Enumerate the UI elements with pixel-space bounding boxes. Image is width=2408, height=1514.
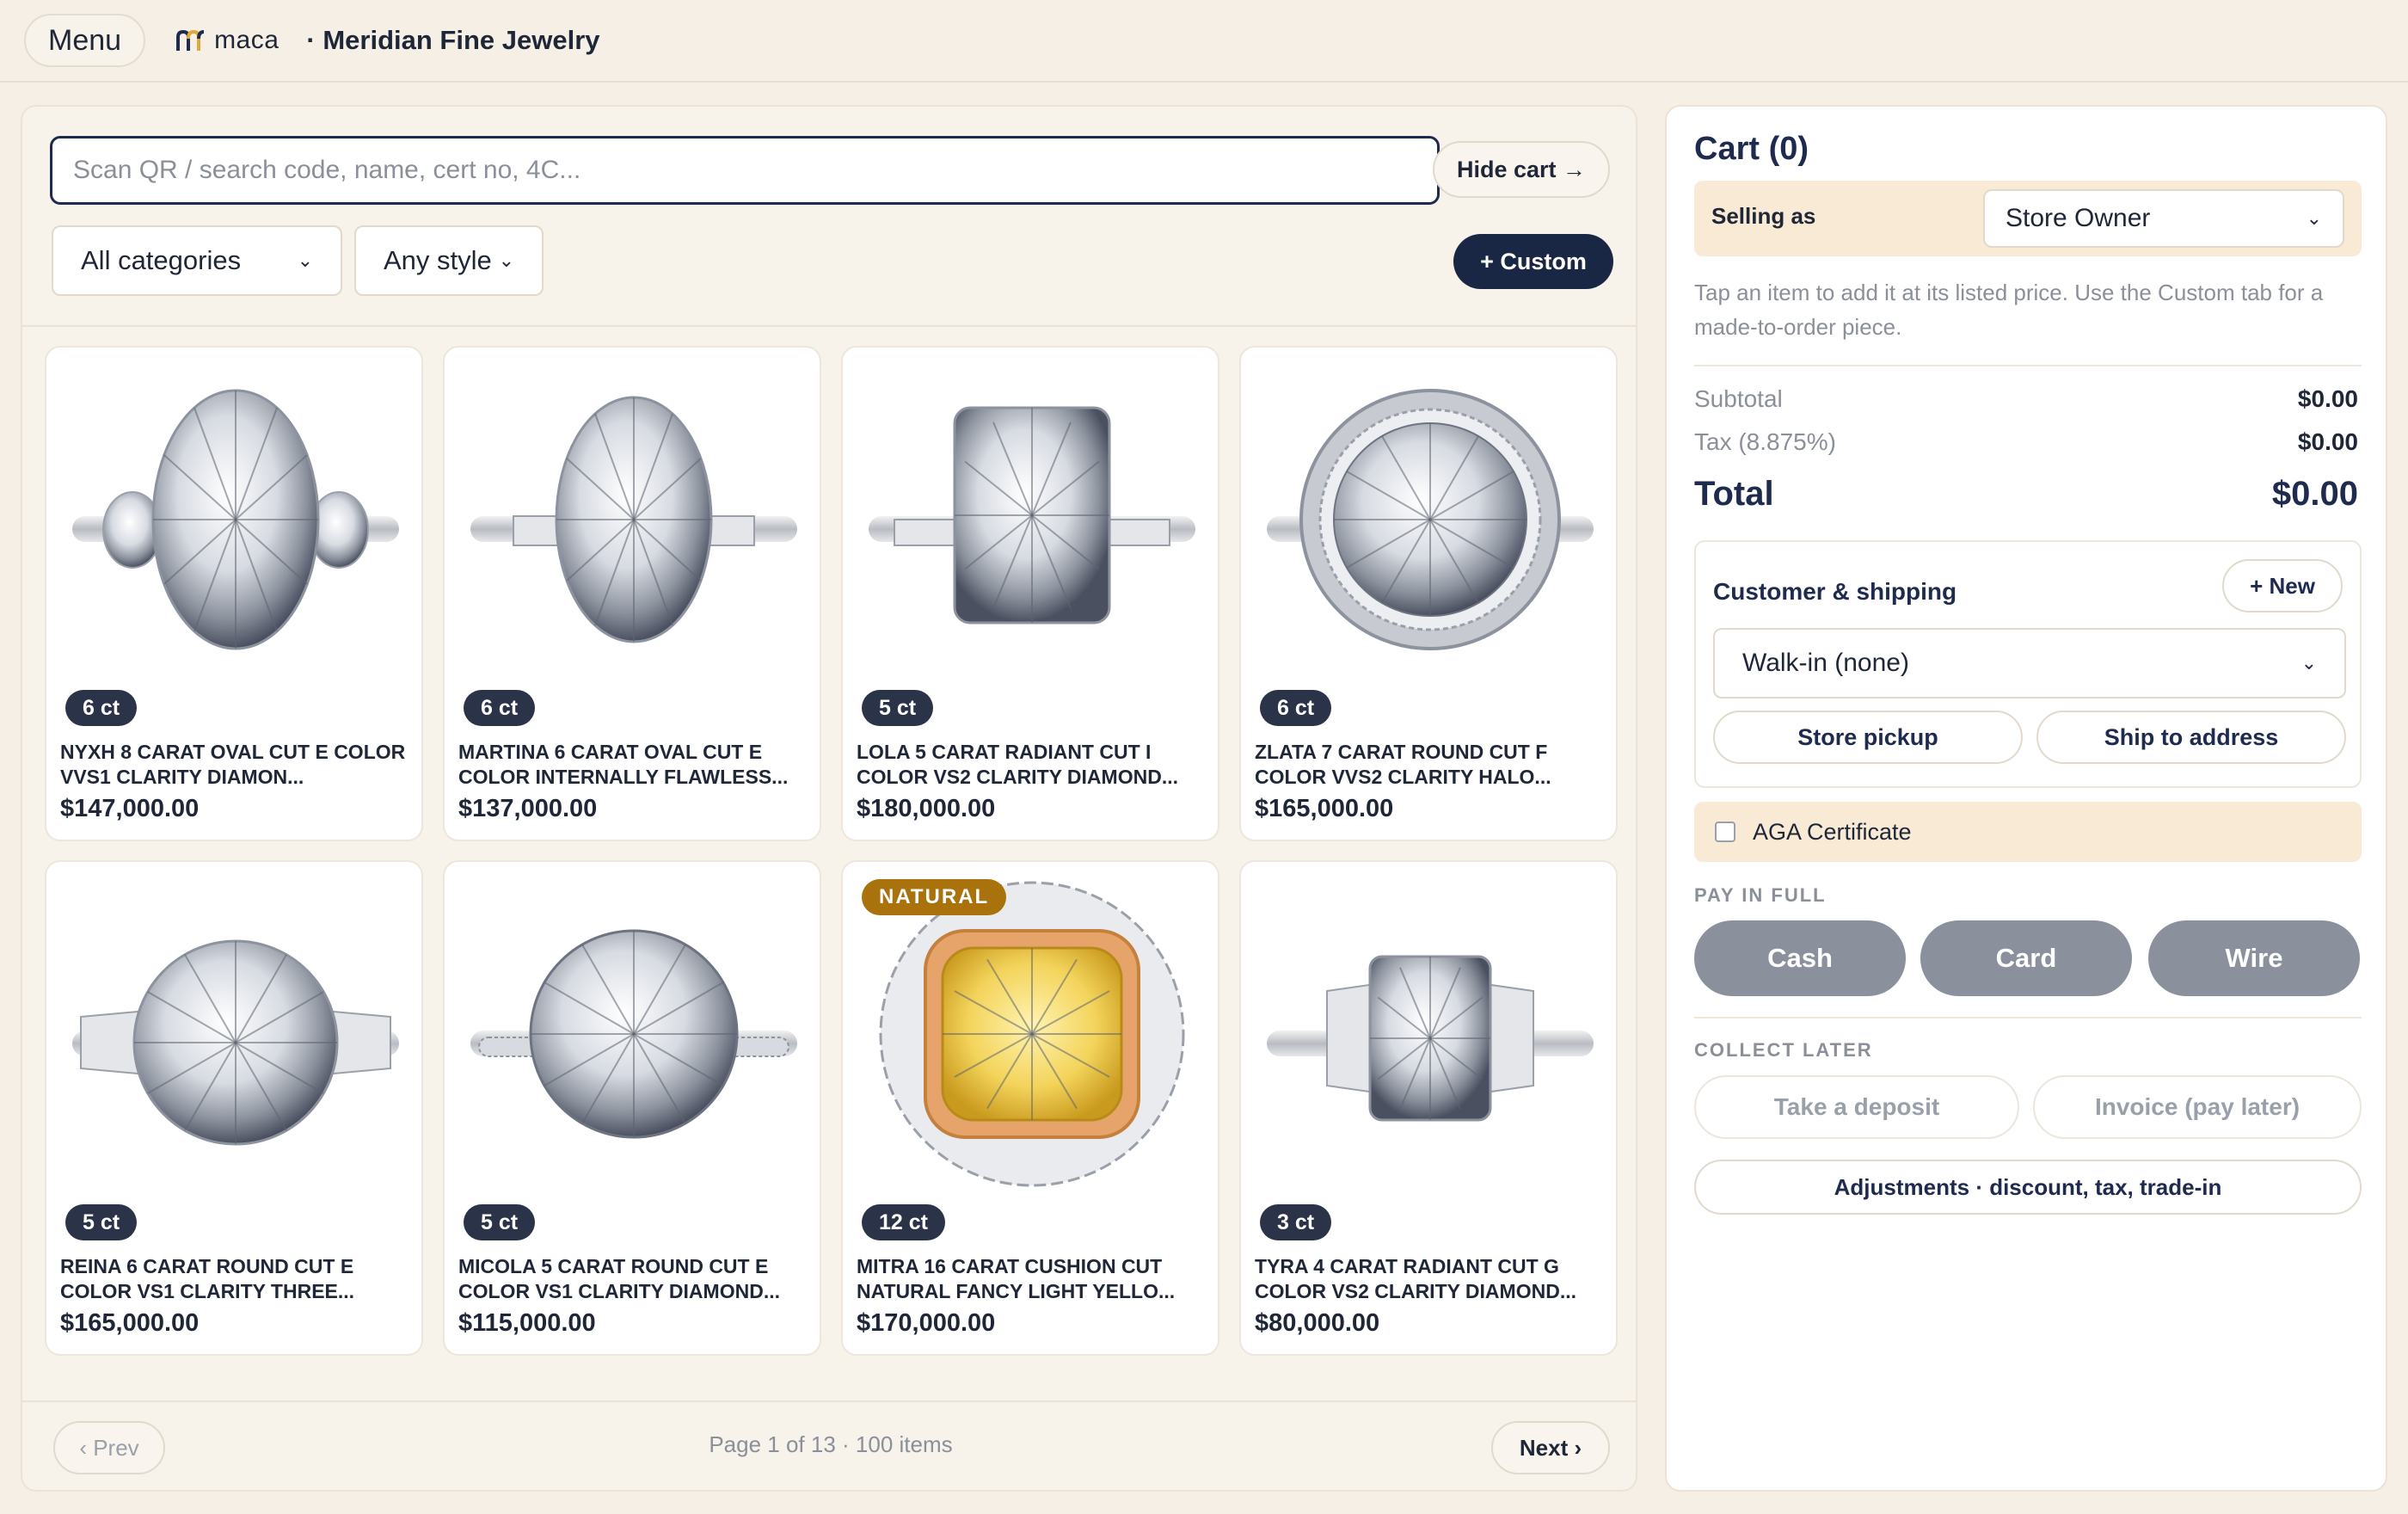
next-page-button[interactable]: Next › xyxy=(1491,1421,1610,1474)
product-title: NYXH 8 CARAT OVAL CUT E COLOR VVS1 CLARI… xyxy=(60,741,406,788)
tax-value: $0.00 xyxy=(2297,428,2358,455)
cart-divider xyxy=(1694,1017,2362,1019)
customer-shipping-label: Customer & shipping xyxy=(1713,578,1957,605)
adjustments-button[interactable]: Adjustments · discount, tax, trade-in xyxy=(1694,1160,2362,1215)
pager-divider xyxy=(22,1400,1636,1402)
pay-in-full-label: PAY IN FULL xyxy=(1694,884,1827,906)
card-button[interactable]: Card xyxy=(1920,920,2132,996)
customer-shipping-box: Customer & shipping + New Walk-in (none)… xyxy=(1694,540,2362,788)
aga-certificate-label: AGA Certificate xyxy=(1753,818,1912,845)
custom-button[interactable]: + Custom xyxy=(1453,234,1613,289)
cart-title: Cart (0) xyxy=(1694,131,1809,167)
brand-name: maca xyxy=(214,26,280,54)
product-card[interactable]: 5 ct REINA 6 CARAT ROUND CUT E COLOR VS1 … xyxy=(45,860,423,1356)
product-card[interactable]: 5 ct LOLA 5 CARAT RADIANT CUT I COLOR VS2… xyxy=(841,346,1219,841)
store-pickup-button[interactable]: Store pickup xyxy=(1713,711,2023,764)
product-grid: 6 ct NYXH 8 CARAT OVAL CUT E COLOR VVS1 C… xyxy=(45,346,1620,1461)
product-image xyxy=(46,862,421,1237)
chevron-down-icon: ⌄ xyxy=(498,249,514,271)
product-title: TYRA 4 CARAT RADIANT CUT G COLOR VS2 CLA… xyxy=(1255,1255,1576,1302)
product-card[interactable]: 5 ct MICOLA 5 CARAT ROUND CUT E COLOR VS1… xyxy=(443,860,821,1356)
product-image xyxy=(1241,348,1616,723)
product-price: $115,000.00 xyxy=(458,1309,596,1337)
carat-badge: 6 ct xyxy=(464,690,536,726)
product-card[interactable]: 6 ct MARTINA 6 CARAT OVAL CUT E COLOR INT… xyxy=(443,346,821,841)
new-customer-button[interactable]: + New xyxy=(2222,559,2343,612)
customer-select-value: Walk-in (none) xyxy=(1742,649,1909,677)
take-deposit-button[interactable]: Take a deposit xyxy=(1694,1075,2019,1139)
category-select[interactable]: All categories ⌄ xyxy=(52,225,342,296)
store-name: · Meridian Fine Jewelry xyxy=(306,25,600,55)
chevron-down-icon: ⌄ xyxy=(2300,652,2317,674)
total-label: Total xyxy=(1694,475,1774,513)
product-image xyxy=(445,348,820,723)
product-card[interactable]: 6 ct ZLATA 7 CARAT ROUND CUT F COLOR VVS2… xyxy=(1239,346,1618,841)
carat-badge: 6 ct xyxy=(65,690,138,726)
cart-hint: Tap an item to add it at its listed pric… xyxy=(1694,280,2324,340)
natural-badge: NATURAL xyxy=(862,879,1007,915)
selling-as-label: Selling as xyxy=(1711,203,1816,229)
product-title: LOLA 5 CARAT RADIANT CUT I COLOR VS2 CLA… xyxy=(857,741,1178,788)
product-card[interactable]: NATURAL 12 ct MITRA 16 CARAT CUSHION CUT N… xyxy=(841,860,1219,1356)
invoice-button[interactable]: Invoice (pay later) xyxy=(2033,1075,2362,1139)
style-select[interactable]: Any style ⌄ xyxy=(354,225,544,296)
carat-badge: 6 ct xyxy=(1260,690,1332,726)
category-select-value: All categories xyxy=(81,245,242,275)
product-price: $137,000.00 xyxy=(458,795,598,822)
aga-certificate-row[interactable]: AGA Certificate xyxy=(1694,802,2362,862)
cart-panel: Cart (0) Selling as Store Owner ⌄ Tap an… xyxy=(1665,105,2387,1492)
carat-badge: 12 ct xyxy=(862,1204,945,1240)
carat-badge: 5 ct xyxy=(464,1204,536,1240)
toolbar-divider xyxy=(22,325,1636,327)
page-info: Page 1 of 13 · 100 items xyxy=(709,1431,953,1457)
ship-to-address-button[interactable]: Ship to address xyxy=(2036,711,2346,764)
aga-certificate-checkbox[interactable] xyxy=(1715,822,1735,842)
product-price: $180,000.00 xyxy=(857,795,996,822)
carat-badge: 5 ct xyxy=(65,1204,138,1240)
cart-divider xyxy=(1694,365,2362,366)
customer-select[interactable]: Walk-in (none) ⌄ xyxy=(1713,628,2346,699)
subtotal-value: $0.00 xyxy=(2297,385,2358,412)
product-title: MARTINA 6 CARAT OVAL CUT E COLOR INTERNA… xyxy=(458,741,789,788)
product-image xyxy=(843,348,1218,723)
product-price: $165,000.00 xyxy=(1255,795,1394,822)
menu-button[interactable]: Menu xyxy=(24,14,146,67)
hide-cart-button[interactable]: Hide cart → xyxy=(1433,141,1610,198)
chevron-down-icon: ⌄ xyxy=(2306,207,2322,229)
product-image xyxy=(843,862,1218,1237)
search-input[interactable] xyxy=(50,136,1440,205)
product-title: REINA 6 CARAT ROUND CUT E COLOR VS1 CLAR… xyxy=(60,1255,355,1302)
product-card[interactable]: 6 ct NYXH 8 CARAT OVAL CUT E COLOR VVS1 C… xyxy=(45,346,423,841)
total-value: $0.00 xyxy=(2271,475,2358,513)
tax-label: Tax (8.875%) xyxy=(1694,428,1836,455)
top-bar: Menu maca · Meridian Fine Jewelry xyxy=(0,0,2408,83)
chevron-down-icon: ⌄ xyxy=(297,249,313,271)
product-price: $165,000.00 xyxy=(60,1309,200,1337)
carat-badge: 5 ct xyxy=(862,690,934,726)
product-image xyxy=(1241,862,1616,1237)
product-price: $170,000.00 xyxy=(857,1309,996,1337)
product-title: MICOLA 5 CARAT ROUND CUT E COLOR VS1 CLA… xyxy=(458,1255,780,1302)
cash-button[interactable]: Cash xyxy=(1694,920,1906,996)
product-title: ZLATA 7 CARAT ROUND CUT F COLOR VVS2 CLA… xyxy=(1255,741,1551,788)
collect-later-label: COLLECT LATER xyxy=(1694,1039,1873,1061)
selling-as-row: Selling as Store Owner ⌄ xyxy=(1694,181,2362,256)
maca-logo-icon xyxy=(176,29,205,51)
brand: maca xyxy=(175,26,279,55)
selling-as-value: Store Owner xyxy=(2006,204,2151,232)
carat-badge: 3 ct xyxy=(1260,1204,1332,1240)
product-card[interactable]: 3 ct TYRA 4 CARAT RADIANT CUT G COLOR VS2… xyxy=(1239,860,1618,1356)
style-select-value: Any style xyxy=(384,245,492,275)
wire-button[interactable]: Wire xyxy=(2148,920,2360,996)
catalog-panel: Hide cart → All categories ⌄ Any style ⌄… xyxy=(21,105,1637,1492)
selling-as-select[interactable]: Store Owner ⌄ xyxy=(1983,189,2344,248)
subtotal-label: Subtotal xyxy=(1694,385,1783,412)
product-image xyxy=(445,862,820,1237)
product-image xyxy=(46,348,421,723)
product-price: $80,000.00 xyxy=(1255,1309,1380,1337)
product-title: MITRA 16 CARAT CUSHION CUT NATURAL FANCY… xyxy=(857,1255,1176,1302)
product-price: $147,000.00 xyxy=(60,795,200,822)
